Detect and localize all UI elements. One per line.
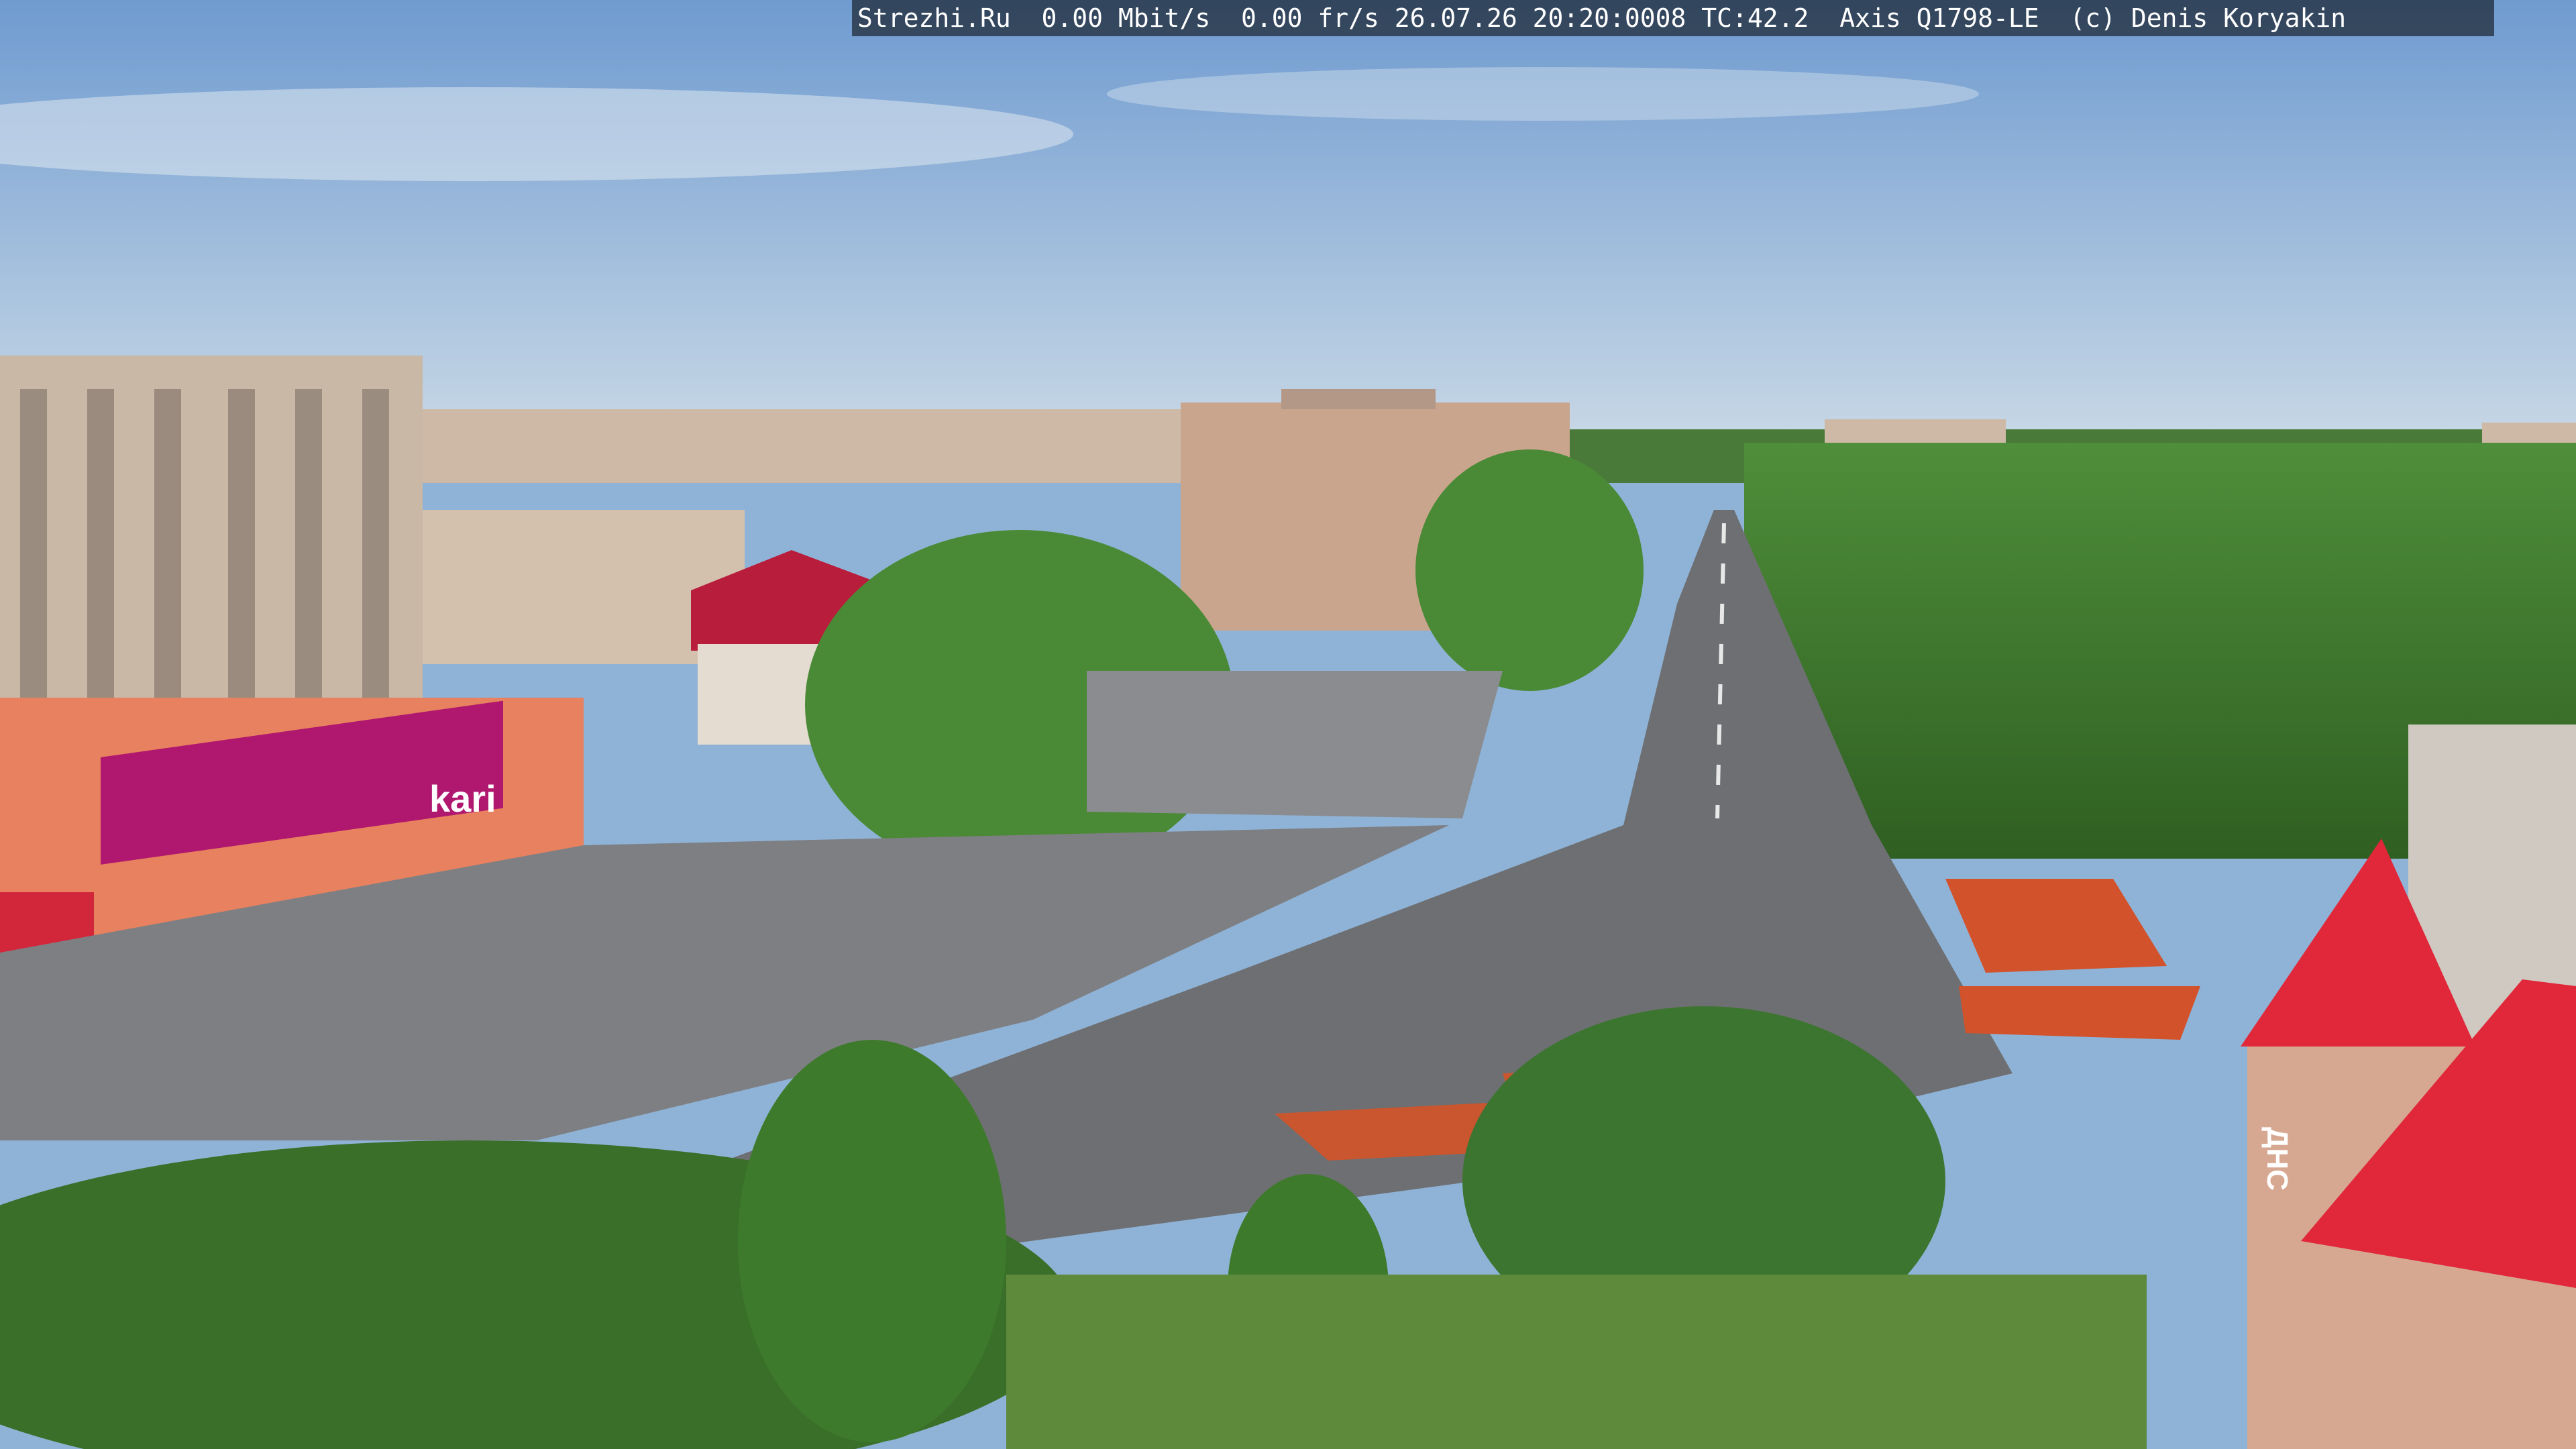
flower-bed xyxy=(1959,986,2200,1040)
lawn xyxy=(1006,1275,2147,1449)
kari-logo: kari xyxy=(429,777,496,820)
distant-apartment-block xyxy=(423,409,1214,483)
center-apartment-tower-roof xyxy=(1281,389,1436,409)
cloud xyxy=(1107,67,1979,121)
flower-bed xyxy=(1945,879,2167,973)
camera-info-overlay: Strezhi.Ru 0.00 Mbit/s 0.00 fr/s 26.07.2… xyxy=(852,0,2494,36)
pharmacy-sign: ДНС xyxy=(2261,1127,2294,1191)
foreground-trees xyxy=(738,1040,1006,1442)
center-trees xyxy=(1415,449,1644,691)
town-square xyxy=(1087,671,1503,818)
webcam-scene: kari ДНС xyxy=(0,0,2576,1449)
